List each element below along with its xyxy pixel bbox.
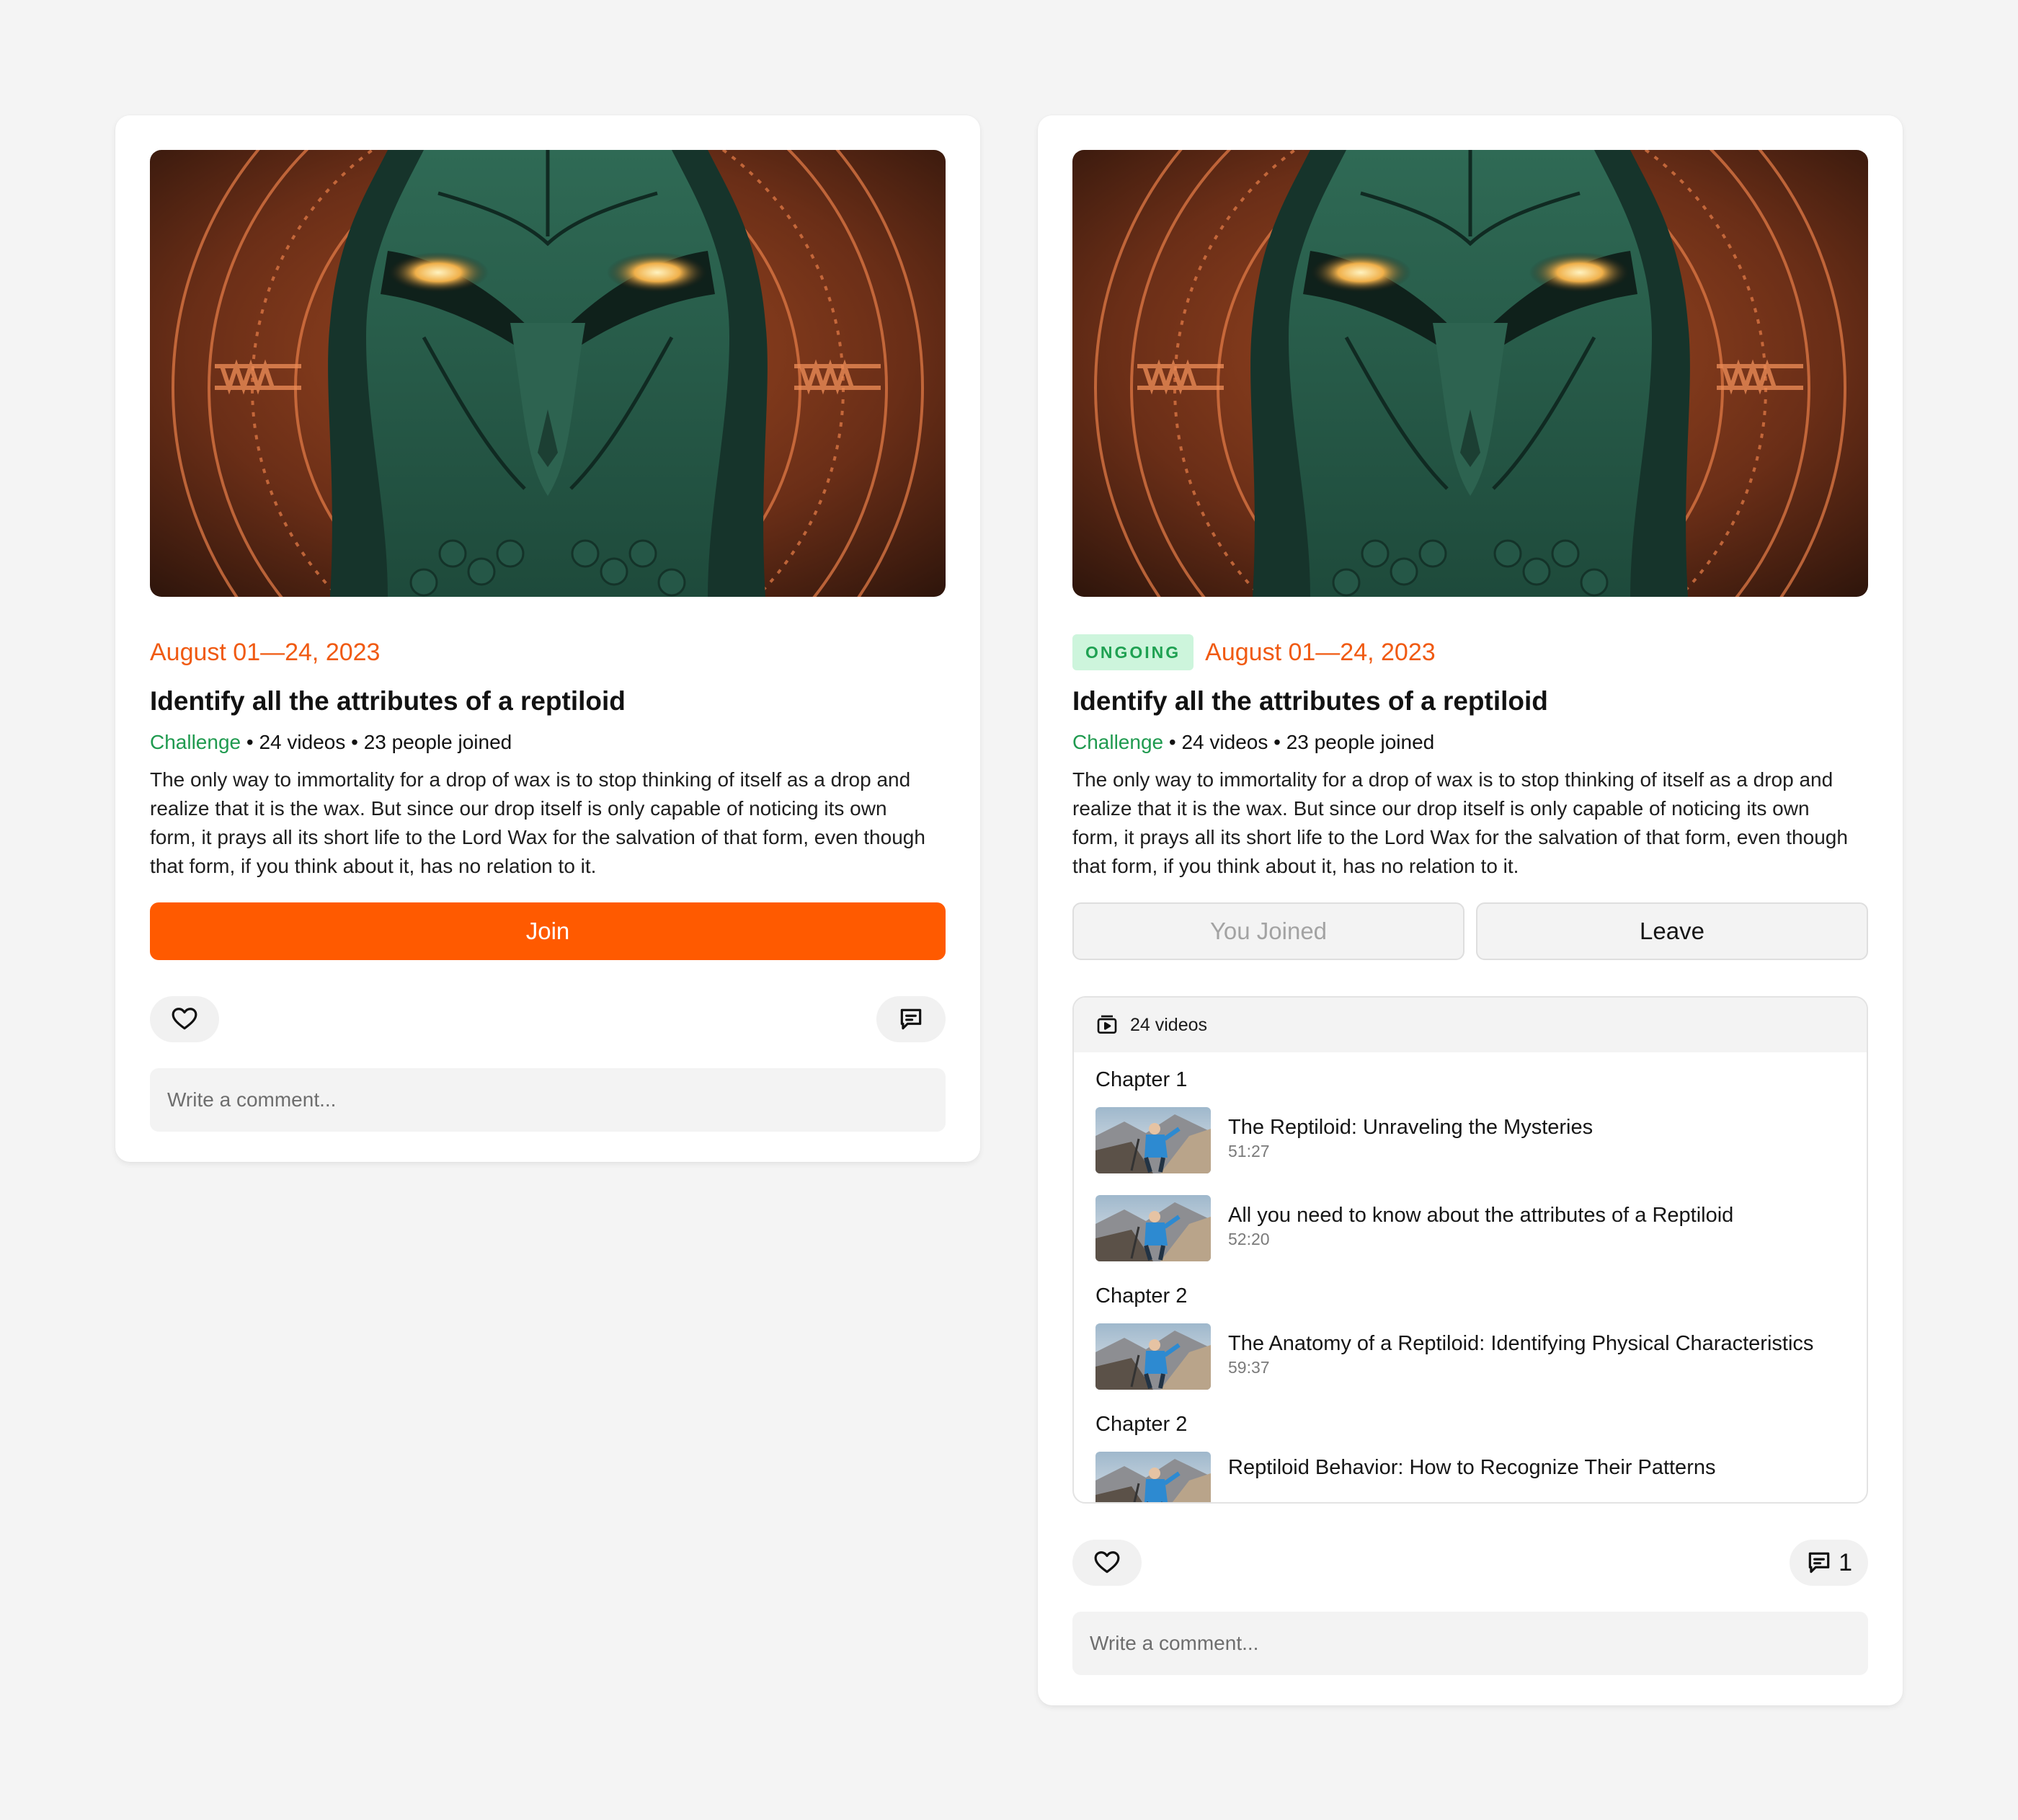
comment-icon (900, 1008, 922, 1030)
video-title: The Anatomy of a Reptiloid: Identifying … (1228, 1332, 1814, 1355)
date-row: ONGOING August 01—24, 2023 (1072, 634, 1868, 670)
like-button[interactable] (1072, 1540, 1142, 1586)
card-actions (150, 996, 946, 1042)
video-thumbnail (1095, 1195, 1211, 1261)
date-range: August 01—24, 2023 (1205, 638, 1436, 666)
comment-count: 1 (1839, 1548, 1852, 1576)
type-label[interactable]: Challenge (150, 731, 241, 753)
comment-icon (1808, 1552, 1830, 1573)
video-list-body: Chapter 1 The Reptiloid: Unraveling the … (1074, 1065, 1867, 1504)
like-button[interactable] (150, 996, 219, 1042)
video-thumbnail (1095, 1323, 1211, 1390)
video-item[interactable]: The Reptiloid: Unraveling the Mysteries … (1095, 1107, 1845, 1173)
leave-button[interactable]: Leave (1476, 902, 1868, 960)
card-meta: Challenge • 24 videos • 23 people joined (1072, 728, 1868, 757)
comment-input[interactable]: Write a comment... (1072, 1612, 1868, 1675)
video-list-header: 24 videos (1074, 998, 1867, 1052)
date-range: August 01—24, 2023 (150, 638, 381, 666)
join-button[interactable]: Join (150, 902, 946, 960)
video-item[interactable]: Reptiloid Behavior: How to Recognize The… (1095, 1452, 1845, 1504)
video-duration: 59:37 (1228, 1358, 1270, 1377)
cover-image[interactable] (1072, 150, 1868, 597)
type-label[interactable]: Challenge (1072, 731, 1163, 753)
status-badge: ONGOING (1072, 634, 1194, 670)
membership-buttons: You Joined Leave (1072, 902, 1868, 960)
card-title[interactable]: Identify all the attributes of a reptilo… (1072, 683, 1868, 719)
card-description: The only way to immortality for a drop o… (1072, 768, 1848, 877)
video-duration: 51:27 (1228, 1142, 1270, 1160)
video-title: The Reptiloid: Unraveling the Mysteries (1228, 1116, 1593, 1139)
heart-icon (1094, 1551, 1120, 1573)
video-title: Reptiloid Behavior: How to Recognize The… (1228, 1456, 1716, 1479)
chapter-title: Chapter 2 (1095, 1413, 1188, 1436)
video-list-panel[interactable]: 24 videos Chapter 1 The Reptiloid: Unrav… (1072, 996, 1868, 1504)
video-thumbnail (1095, 1107, 1211, 1173)
comments-button[interactable]: 1 (1790, 1540, 1868, 1586)
reptiloid-illustration (150, 150, 946, 597)
video-title: All you need to know about the attribute… (1228, 1204, 1734, 1227)
video-item[interactable]: The Anatomy of a Reptiloid: Identifying … (1095, 1323, 1845, 1390)
comment-input[interactable]: Write a comment... (150, 1068, 946, 1132)
cover-image[interactable] (150, 150, 946, 597)
video-duration: 52:20 (1228, 1230, 1270, 1248)
card-meta: Challenge • 24 videos • 23 people joined (150, 728, 946, 757)
video-item[interactable]: All you need to know about the attribute… (1095, 1195, 1845, 1261)
chapter-title: Chapter 2 (1095, 1284, 1188, 1308)
reptiloid-illustration (1072, 150, 1868, 597)
meta-stats: • 24 videos • 23 people joined (241, 731, 512, 753)
card-actions: 1 (1072, 1540, 1868, 1586)
comments-button[interactable] (876, 996, 946, 1042)
video-playlist-icon (1097, 1015, 1117, 1034)
you-joined-button: You Joined (1072, 902, 1464, 960)
challenge-card: August 01—24, 2023 Identify all the attr… (115, 115, 980, 1162)
date-row: August 01—24, 2023 (150, 634, 946, 670)
card-description: The only way to immortality for a drop o… (150, 768, 925, 877)
video-count: 24 videos (1130, 1014, 1208, 1035)
card-title[interactable]: Identify all the attributes of a reptilo… (150, 683, 946, 719)
chapter-title: Chapter 1 (1095, 1068, 1188, 1091)
video-thumbnail (1095, 1452, 1211, 1504)
meta-stats: • 24 videos • 23 people joined (1163, 731, 1435, 753)
heart-icon (172, 1008, 197, 1030)
challenge-card-joined: ONGOING August 01—24, 2023 Identify all … (1038, 115, 1903, 1705)
